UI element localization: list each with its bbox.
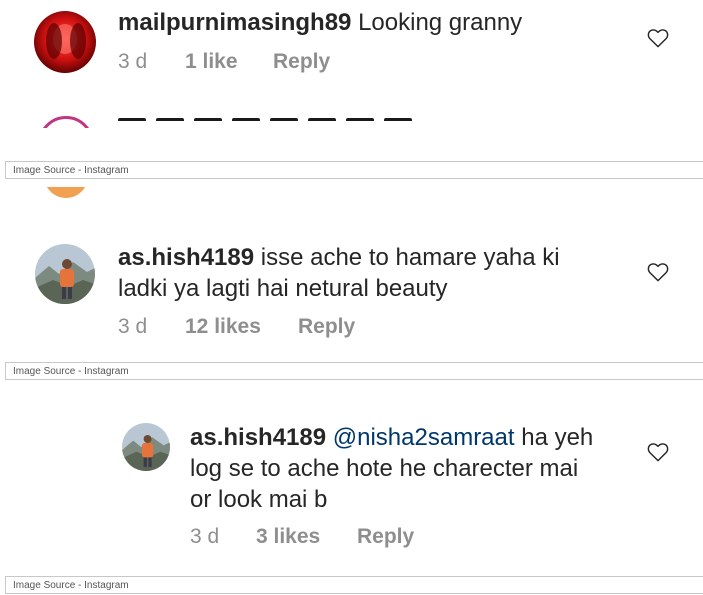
- comment-body: isse ache to hamare yaha ki: [260, 244, 560, 271]
- comment-line-2: log se to ache hote he charecter mai: [190, 455, 579, 482]
- comment-likes[interactable]: 3 likes: [256, 525, 320, 549]
- image-source-caption: Image Source - Instagram: [5, 576, 703, 594]
- like-button[interactable]: [647, 28, 669, 48]
- comment-text: mailpurnimasingh89 Looking granny: [118, 7, 522, 38]
- comment-time: 3 d: [118, 315, 148, 338]
- comment-line-1: as.hish4189 isse ache to hamare yaha ki: [118, 242, 638, 273]
- cut-avatar-bottom: [44, 187, 88, 199]
- heart-outline-icon: [647, 29, 669, 48]
- like-button[interactable]: [647, 262, 669, 282]
- comment-likes[interactable]: 12 likes: [185, 315, 261, 339]
- reply-button[interactable]: Reply: [273, 50, 330, 74]
- comment-line-1: as.hish4189 @nisha2samraat ha yeh: [190, 422, 630, 453]
- comment-text: as.hish4189 @nisha2samraat ha yeh log se…: [190, 422, 630, 515]
- cut-avatar: [38, 116, 94, 128]
- heart-outline-icon: [647, 263, 669, 282]
- comment-likes[interactable]: 1 like: [185, 50, 238, 74]
- cut-comment-text: [118, 118, 538, 132]
- heart-outline-icon: [647, 443, 669, 462]
- avatar[interactable]: [35, 244, 95, 304]
- comment-body: ha yeh: [521, 424, 594, 451]
- comment-username[interactable]: mailpurnimasingh89: [118, 9, 351, 36]
- avatar-red-photo: [34, 11, 96, 73]
- image-source-caption: Image Source - Instagram: [5, 161, 703, 179]
- avatar-mountain-photo: [35, 244, 95, 304]
- comment-body: Looking granny: [358, 9, 523, 36]
- avatar[interactable]: [34, 11, 96, 73]
- avatar[interactable]: [122, 423, 170, 471]
- comment-line-3: or look mai b: [190, 486, 328, 513]
- comment-mention-link[interactable]: @nisha2samraat: [333, 424, 515, 451]
- comment-line-2: ladki ya lagti hai netural beauty: [118, 275, 448, 302]
- reply-button[interactable]: Reply: [357, 525, 414, 549]
- reply-button[interactable]: Reply: [298, 315, 355, 339]
- comment-username[interactable]: as.hish4189: [118, 244, 254, 271]
- comment-time: 3 d: [190, 525, 220, 548]
- comment-time: 3 d: [118, 50, 148, 73]
- like-button[interactable]: [647, 442, 669, 462]
- comment-text: as.hish4189 isse ache to hamare yaha ki …: [118, 242, 638, 304]
- image-source-caption: Image Source - Instagram: [5, 362, 703, 380]
- comment-username[interactable]: as.hish4189: [190, 424, 326, 451]
- avatar-mountain-photo: [122, 423, 170, 471]
